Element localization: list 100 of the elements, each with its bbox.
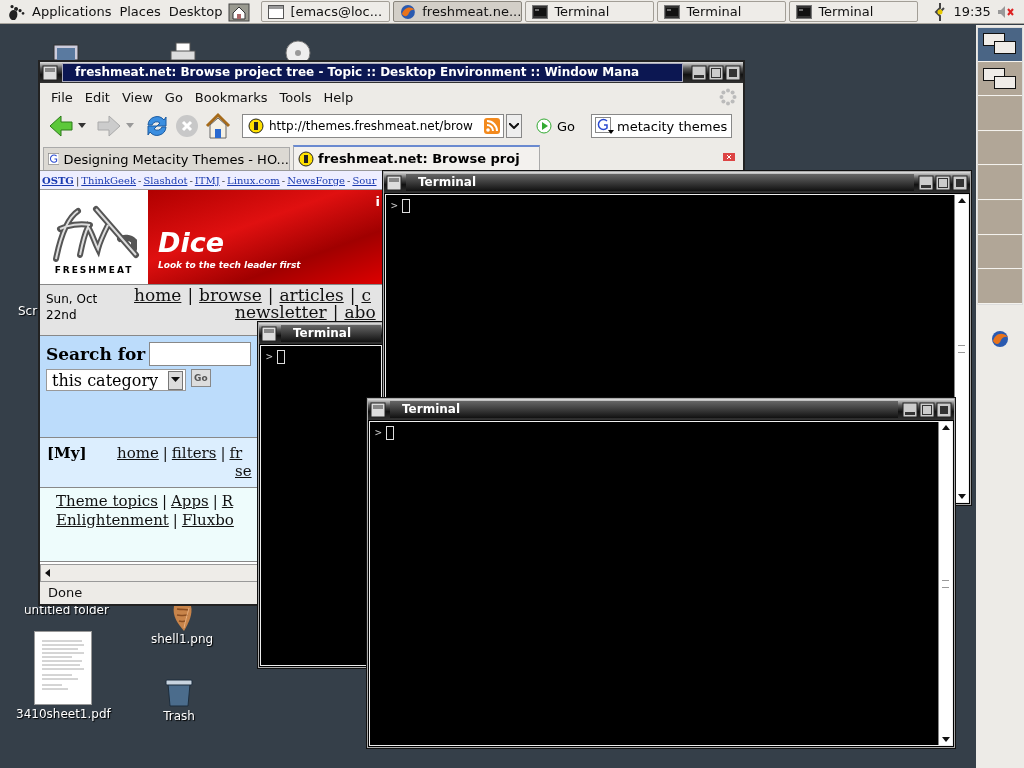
- document-icon[interactable]: [34, 631, 93, 705]
- go-button[interactable]: Go: [191, 369, 211, 387]
- separator: |: [187, 286, 194, 305]
- mini-window: [994, 75, 1016, 89]
- link[interactable]: browse: [199, 286, 262, 305]
- separator: |: [75, 174, 80, 186]
- link[interactable]: ThinkGeek: [81, 174, 136, 186]
- link[interactable]: filters: [171, 442, 217, 464]
- printer-icon[interactable]: [170, 42, 196, 60]
- search-input[interactable]: [149, 342, 252, 366]
- window-icon: [268, 4, 285, 19]
- menu-item[interactable]: File: [46, 89, 78, 105]
- menu-item[interactable]: Help: [318, 89, 359, 105]
- link[interactable]: Fluxbo: [181, 509, 234, 531]
- volume-muted-icon[interactable]: [996, 4, 1015, 19]
- terminal-icon: [532, 4, 549, 19]
- computer-icon[interactable]: [53, 44, 79, 60]
- link[interactable]: Enlightenment: [56, 509, 169, 531]
- window-menu-button[interactable]: [42, 64, 58, 81]
- link[interactable]: Linux.com: [227, 174, 280, 186]
- category-select[interactable]: this category: [46, 369, 186, 391]
- link[interactable]: Slashdot: [143, 174, 188, 186]
- minimize-button[interactable]: [691, 64, 707, 81]
- workspace-switcher[interactable]: [977, 27, 1023, 305]
- globe-icon: [400, 3, 417, 20]
- clock[interactable]: 19:35: [953, 4, 991, 19]
- link[interactable]: home: [117, 442, 159, 464]
- dropdown-button[interactable]: [506, 114, 522, 138]
- minimize-button[interactable]: [902, 401, 918, 418]
- link[interactable]: Sour: [352, 174, 377, 186]
- link[interactable]: ITMJ: [194, 174, 220, 186]
- window-menu-button[interactable]: [370, 401, 386, 418]
- maximize-button[interactable]: [708, 64, 724, 81]
- close-button[interactable]: [936, 401, 952, 418]
- separator: -: [189, 174, 193, 186]
- taskbar-button[interactable]: [emacs@loc...: [261, 1, 391, 22]
- network-applet-icon[interactable]: [933, 1, 948, 22]
- separator: |: [349, 286, 356, 305]
- maximize-button[interactable]: [919, 401, 935, 418]
- link[interactable]: NewsForge: [287, 174, 345, 186]
- scroll-grip[interactable]: [958, 344, 965, 353]
- window-menu-button[interactable]: [386, 174, 402, 191]
- link[interactable]: Theme topics: [56, 490, 158, 512]
- home-icon[interactable]: [228, 1, 251, 22]
- cursor: [401, 199, 410, 213]
- panel-menu[interactable]: Applications: [28, 4, 116, 19]
- icon-label[interactable]: Trash: [163, 709, 195, 723]
- icon-label[interactable]: shell1.png: [151, 632, 214, 646]
- scroll-left-button[interactable]: [45, 569, 50, 577]
- search-field[interactable]: metacity themes: [591, 114, 733, 138]
- section-label: [My]: [47, 443, 88, 464]
- ad-tagline: Look to the tech leader first: [158, 260, 302, 270]
- taskbar-button[interactable]: Terminal: [789, 1, 919, 22]
- vertical-scrollbar[interactable]: [954, 195, 968, 502]
- scroll-up-button[interactable]: [941, 425, 950, 430]
- scroll-up-button[interactable]: [957, 198, 966, 203]
- close-button[interactable]: [725, 64, 741, 81]
- horizontal-scrollbar[interactable]: [40, 564, 258, 582]
- link[interactable]: home: [134, 286, 182, 305]
- menu-item[interactable]: Tools: [274, 89, 317, 105]
- link[interactable]: c: [361, 286, 371, 305]
- workspace[interactable]: [978, 28, 1022, 62]
- caret-icon[interactable]: [78, 123, 86, 129]
- reload-icon[interactable]: [144, 113, 170, 139]
- taskbar-button[interactable]: Terminal: [657, 1, 787, 22]
- scroll-grip[interactable]: [942, 579, 949, 588]
- ad-text: i: [375, 194, 381, 209]
- tab[interactable]: Designing Metacity Themes - HO...: [43, 147, 290, 170]
- window-menu-button[interactable]: [261, 325, 277, 342]
- play-icon: [536, 118, 552, 134]
- link[interactable]: articles: [279, 286, 344, 305]
- panel-menu[interactable]: Desktop: [164, 4, 227, 19]
- globe-icon[interactable]: [991, 329, 1009, 348]
- menu-item[interactable]: Edit: [79, 89, 115, 105]
- window-title: freshmeat.net: Browse project tree - Topic :: Desktop Environment :: Window Mana: [62, 63, 683, 82]
- icon-label[interactable]: Scr: [18, 304, 38, 318]
- trash-icon[interactable]: [163, 676, 195, 708]
- maximize-button[interactable]: [935, 174, 951, 191]
- taskbar-button[interactable]: Terminal: [525, 1, 655, 22]
- taskbar-button[interactable]: freshmeat.ne...: [393, 1, 523, 22]
- link[interactable]: Apps: [171, 490, 209, 512]
- vertical-scrollbar[interactable]: [938, 422, 952, 745]
- search-label: Search for: [46, 344, 146, 364]
- close-button[interactable]: [952, 174, 968, 191]
- menu-item[interactable]: Bookmarks: [189, 89, 273, 105]
- separator: |: [162, 443, 168, 464]
- tab[interactable]: freshmeat.net: Browse proj: [293, 145, 540, 170]
- mini-window: [994, 41, 1016, 54]
- minimize-button[interactable]: [918, 174, 934, 191]
- go-button[interactable]: Go: [536, 118, 576, 134]
- tab-close-icon[interactable]: [723, 152, 735, 161]
- link[interactable]: OSTG: [42, 174, 74, 186]
- ad-banner[interactable]: i Dice Look to the tech leader first: [148, 190, 382, 284]
- icon-label[interactable]: 3410sheet1.pdf: [16, 707, 111, 721]
- link[interactable]: R: [221, 490, 234, 512]
- menu-item[interactable]: Go: [159, 89, 188, 105]
- panel-menu[interactable]: Places: [115, 4, 165, 19]
- menu-item[interactable]: View: [116, 89, 158, 105]
- address-field[interactable]: http://themes.freshmeat.net/brow: [242, 114, 504, 138]
- scroll-down-button[interactable]: [941, 737, 950, 742]
